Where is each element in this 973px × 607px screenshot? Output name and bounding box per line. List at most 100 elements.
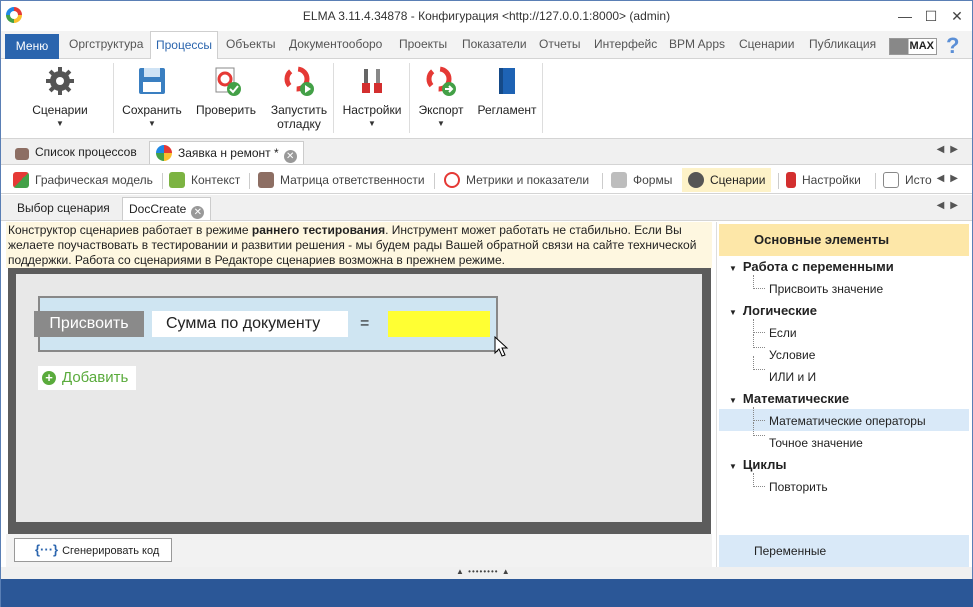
variable-field[interactable]: Сумма по документу — [152, 311, 348, 337]
variables-panel-header[interactable]: Переменные — [719, 535, 969, 567]
save-icon — [136, 65, 168, 97]
scenarios-ribbon-button[interactable]: Сценарии ▼ — [29, 65, 91, 128]
regulation-ribbon-button[interactable]: Регламент — [475, 65, 539, 117]
item-exact-value[interactable]: Точное значение — [769, 436, 863, 450]
separator — [875, 173, 876, 189]
book-icon — [491, 65, 523, 97]
add-button[interactable]: + Добавить — [38, 366, 137, 390]
tree-connector — [753, 473, 765, 487]
subtab-responsibility-matrix[interactable]: Матрица ответственности — [258, 172, 425, 188]
subtab-history-label: Исто — [905, 173, 932, 187]
item-if[interactable]: Если — [769, 326, 797, 340]
group-logical-label: Логические — [742, 303, 817, 318]
group-math-label: Математические — [742, 391, 850, 406]
minimize-button[interactable]: — — [892, 6, 918, 26]
maximize-button[interactable]: ☐ — [918, 6, 944, 26]
group-math[interactable]: ▼ Математические — [729, 391, 849, 406]
subtab-scenarios[interactable]: Сценарии — [682, 168, 772, 192]
menu-button[interactable]: Меню — [5, 34, 59, 59]
gear-icon — [44, 65, 76, 97]
subtab-scenarios-label: Сценарии — [710, 173, 766, 187]
subtab-forms-label: Формы — [633, 173, 673, 187]
subtab-forms[interactable]: Формы — [611, 172, 672, 188]
item-math-operators[interactable]: Математические операторы — [769, 414, 926, 428]
save-ribbon-button[interactable]: Сохранить ▼ — [119, 65, 185, 128]
help-icon[interactable]: ? — [946, 33, 959, 59]
tab-orgstructure[interactable]: Оргструктура — [69, 37, 143, 51]
settings-ribbon-button[interactable]: Настройки ▼ — [339, 65, 405, 128]
tab-projects[interactable]: Проекты — [399, 37, 447, 51]
subtab-graphic-model-label: Графическая модель — [35, 173, 153, 187]
export-ribbon-button[interactable]: Экспорт ▼ — [413, 65, 469, 128]
window-title: ELMA 3.11.4.34878 - Конфигурация <http:/… — [302, 9, 671, 23]
assign-button[interactable]: Присвоить — [34, 311, 144, 337]
item-condition[interactable]: Условие — [769, 348, 815, 362]
app-window: ELMA 3.11.4.34878 - Конфигурация <http:/… — [0, 0, 973, 607]
subtab-graphic-model[interactable]: Графическая модель — [13, 172, 153, 188]
chevron-down-icon: ▼ — [437, 119, 445, 128]
group-variables[interactable]: ▼ Работа с переменными — [729, 259, 894, 274]
check-ribbon-button[interactable]: Проверить — [193, 65, 259, 117]
splitter-grip-icon[interactable]: ▲ •••••••• ▲ — [456, 567, 511, 576]
scenario-tab-scroll-arrows[interactable]: ◀▶ — [937, 200, 964, 211]
group-loops-label: Циклы — [742, 457, 787, 472]
chevron-down-icon: ▼ — [368, 119, 376, 128]
close-window-button[interactable]: ✕ — [944, 6, 970, 26]
history-icon — [883, 172, 899, 188]
scenario-canvas[interactable]: Присвоить Сумма по документу = + Добавить — [16, 274, 702, 522]
tab-processes[interactable]: Процессы — [150, 31, 219, 60]
elements-panel-header[interactable]: Основные элементы — [719, 224, 969, 256]
group-loops[interactable]: ▼ Циклы — [729, 457, 786, 472]
collapse-triangle-icon: ▼ — [729, 308, 737, 317]
tab-bpm-apps[interactable]: BPM Apps — [669, 37, 725, 51]
tab-repair-request-label: Заявка н ремонт * — [178, 146, 279, 160]
value-field[interactable] — [388, 311, 490, 337]
subtab-settings[interactable]: Настройки — [786, 172, 861, 188]
tab-objects[interactable]: Объекты — [226, 37, 276, 51]
tab-process-list[interactable]: Список процессов — [9, 141, 143, 164]
tab-publication[interactable]: Публикация — [809, 37, 876, 51]
tab-repair-request[interactable]: Заявка н ремонт * ✕ — [149, 141, 304, 164]
assign-block[interactable]: Присвоить Сумма по документу = — [34, 296, 509, 357]
run-debug-ribbon-button[interactable]: Запустить отладку — [267, 65, 331, 131]
tab-doccreate[interactable]: DocCreate ✕ — [122, 197, 212, 220]
tab-reports[interactable]: Отчеты — [539, 37, 580, 51]
tab-scenarios[interactable]: Сценарии — [739, 37, 794, 51]
ribbon-separator — [113, 63, 114, 133]
subtab-context[interactable]: Контекст — [169, 172, 240, 188]
max-toggle[interactable]: MAX — [889, 38, 937, 55]
tab-indicators[interactable]: Показатели — [462, 37, 527, 51]
subtab-metrics[interactable]: Метрики и показатели — [444, 172, 589, 188]
subtab-context-label: Контекст — [191, 173, 241, 187]
title-bar: ELMA 3.11.4.34878 - Конфигурация <http:/… — [1, 1, 972, 31]
tab-document-flow[interactable]: Документооборо — [289, 37, 382, 51]
item-repeat[interactable]: Повторить — [769, 480, 828, 494]
subtab-scroll-arrows[interactable]: ◀▶ — [932, 173, 964, 184]
tools-icon — [356, 65, 388, 97]
tab-scroll-arrows[interactable]: ◀▶ — [937, 144, 964, 155]
collapse-triangle-icon: ▼ — [729, 462, 737, 471]
canvas-frame: Присвоить Сумма по документу = + Добавить — [8, 268, 711, 534]
tree-connector — [753, 319, 765, 333]
tab-select-scenario[interactable]: Выбор сценария — [11, 197, 116, 220]
close-tab-icon[interactable]: ✕ — [283, 150, 297, 163]
item-assign-value[interactable]: Присвоить значение — [769, 282, 883, 296]
check-icon — [210, 65, 242, 97]
item-or-and[interactable]: ИЛИ и И — [769, 370, 816, 384]
subtab-metrics-label: Метрики и показатели — [466, 173, 590, 187]
warning-text-1: Конструктор сценариев работает в режиме — [8, 223, 252, 237]
tree-connector — [753, 334, 765, 348]
users-icon — [258, 172, 274, 188]
separator — [249, 173, 250, 189]
taskbar-area — [1, 579, 973, 607]
subtab-history[interactable]: Исто — [883, 172, 932, 188]
splitter-bar[interactable]: ▲ •••••••• ▲ — [1, 567, 972, 579]
close-tab-icon[interactable]: ✕ — [191, 206, 205, 219]
run-debug-ribbon-label: Запустить — [270, 103, 328, 117]
equals-operator: = — [360, 315, 370, 332]
separator — [602, 173, 603, 189]
save-ribbon-label: Сохранить — [122, 103, 182, 117]
group-logical[interactable]: ▼ Логические — [729, 303, 817, 318]
tab-interface[interactable]: Интерфейс — [594, 37, 657, 51]
generate-code-button[interactable]: {···} Сгенерировать код — [14, 538, 172, 562]
